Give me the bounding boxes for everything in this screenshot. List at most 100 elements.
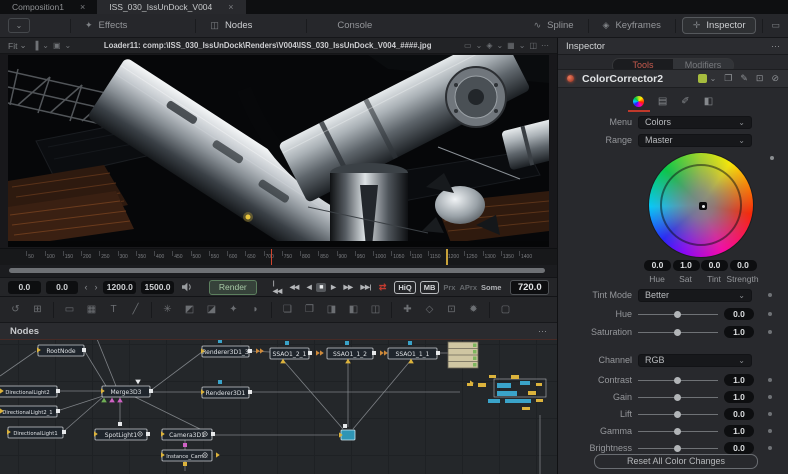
spline-button[interactable]: ∿ Spline <box>520 14 588 37</box>
hiq-toggle[interactable]: HiQ <box>394 281 415 294</box>
group-icon[interactable]: ⊞ <box>27 304 48 315</box>
colorcorrector-icon[interactable]: ✳ <box>157 304 178 315</box>
imageplane-icon[interactable]: ✚ <box>397 304 418 315</box>
huecurves-icon[interactable]: ◪ <box>201 304 222 315</box>
viewer-panel[interactable] <box>0 54 557 248</box>
range-start-field[interactable]: 1200.0 <box>103 281 136 294</box>
merge-icon[interactable]: ❏ <box>277 304 298 315</box>
tint-mode-dropdown[interactable]: Better ⌄ <box>638 289 752 302</box>
slider-thumb[interactable] <box>674 311 681 318</box>
scrollbar-thumb[interactable] <box>9 268 545 273</box>
tile-color-chip[interactable] <box>698 74 707 83</box>
loop-button[interactable]: ⇄ <box>376 281 390 294</box>
timeline-ruler[interactable]: 5010015020025030035040045050055060065070… <box>0 248 557 266</box>
mb-toggle[interactable]: MB <box>420 281 440 294</box>
color-wheel-handle[interactable] <box>699 202 707 210</box>
slider-thumb[interactable] <box>674 329 681 336</box>
graph-node-directionallight1[interactable]: DirectionalLight1 <box>8 427 63 438</box>
hue-slider[interactable] <box>638 308 718 321</box>
frame-field[interactable]: 720.0 <box>510 280 549 295</box>
merge3d-icon[interactable]: ❐ <box>299 304 320 315</box>
copy-icon[interactable]: ❐ <box>724 73 732 84</box>
graph-node-merge3d3[interactable]: Merge3D3 <box>102 386 150 397</box>
tab-brush[interactable]: ✐ <box>681 96 689 107</box>
lock-icon[interactable]: ⊡ <box>756 73 764 84</box>
goto-end-button[interactable]: ▶▶| <box>358 282 374 292</box>
inspector-menu-icon[interactable]: ⋯ <box>771 41 780 52</box>
tab-composition1[interactable]: Composition1 × <box>0 0 97 14</box>
keyframe-dot[interactable] <box>768 395 772 399</box>
graph-node-ssao1-1-2[interactable]: SSAO1_1_2 <box>327 348 373 359</box>
tab-iss-comp[interactable]: ISS_030_IssUnDock_V004 × <box>97 0 245 14</box>
saturation-slider[interactable] <box>638 326 718 339</box>
step-forward-button[interactable]: › <box>93 282 98 292</box>
transform-icon[interactable]: ◨ <box>321 304 342 315</box>
graph-node-directionallight2[interactable]: DirectionalLight2 <box>0 386 57 397</box>
graph-node-camera3d1[interactable]: Camera3D1 <box>162 429 212 440</box>
blur-icon[interactable]: ◗ <box>245 304 266 315</box>
gamma-slider[interactable] <box>638 425 718 438</box>
chevron-down-icon[interactable]: ⌄ <box>519 41 526 50</box>
viewer-menu-icon[interactable]: ⋯ <box>541 41 549 50</box>
tab-options[interactable]: ◧ <box>704 96 713 107</box>
lock-icon[interactable]: ◈ <box>486 41 492 50</box>
saturation-value-field[interactable]: 1.0 <box>724 326 754 338</box>
tint-value-field[interactable]: 0.0 <box>701 260 728 271</box>
graph-node-rootnode[interactable]: RootNode <box>38 345 84 356</box>
pipeline-icon[interactable]: ↺ <box>5 304 26 315</box>
grid-icon[interactable]: ▦ <box>507 41 515 50</box>
time-step-field[interactable]: 0.0 <box>46 281 79 294</box>
lift-value-field[interactable]: 0.0 <box>724 408 754 420</box>
split-view-icon[interactable]: ◫ <box>529 41 537 50</box>
resize-icon[interactable]: ◧ <box>343 304 364 315</box>
channel-select-icon[interactable]: ▐ <box>33 41 39 50</box>
brightcontrast-icon[interactable]: ✦ <box>223 304 244 315</box>
tool-enable-led[interactable] <box>567 75 574 82</box>
keyframe-dot[interactable] <box>768 330 772 334</box>
keyframe-dot[interactable] <box>768 312 772 316</box>
stop-button[interactable]: ■ <box>316 283 326 292</box>
step-back-button[interactable]: ‹ <box>83 282 88 292</box>
graph-node-spotlight1[interactable]: SpotLight1 <box>95 429 147 440</box>
play-reverse-button[interactable]: ◀ <box>304 282 315 292</box>
strength-value-field[interactable]: 0.0 <box>730 260 757 271</box>
menu-dropdown[interactable]: Colors ⌄ <box>638 116 752 129</box>
playhead[interactable] <box>271 249 272 266</box>
close-icon[interactable]: × <box>228 2 233 12</box>
fast-forward-button[interactable]: ▶▶ <box>341 282 356 292</box>
node-graph[interactable]: RootNode DirectionalLight2 DirectionalLigh… <box>0 339 557 474</box>
comp-menu-button[interactable]: ⌄ <box>8 18 30 33</box>
prx-toggle[interactable]: Prx <box>443 283 455 292</box>
render-button[interactable]: Render <box>209 280 257 295</box>
gain-value-field[interactable]: 1.0 <box>724 391 754 403</box>
gain-slider[interactable] <box>638 391 718 404</box>
slider-thumb[interactable] <box>674 428 681 435</box>
fit-dropdown[interactable]: Fit ⌄ <box>8 40 27 51</box>
roi-icon[interactable]: ▭ <box>464 41 472 50</box>
spotlight-icon[interactable]: ✹ <box>463 304 484 315</box>
range-dropdown[interactable]: Master ⌄ <box>638 134 752 147</box>
macro-icon[interactable]: ▢ <box>495 304 516 315</box>
text-icon[interactable]: T <box>103 304 124 315</box>
keyframe-dot[interactable] <box>768 412 772 416</box>
graph-node-ssao1-2-1[interactable]: SSAO1_2_1 <box>270 348 309 359</box>
inspector-button[interactable]: ✛ Inspector <box>682 17 757 34</box>
chevron-down-icon[interactable]: ⌄ <box>65 41 72 50</box>
fastnoise-icon[interactable]: ▦ <box>81 304 102 315</box>
close-icon[interactable]: × <box>80 2 85 12</box>
brightness-slider[interactable] <box>638 442 718 455</box>
chevron-down-icon[interactable]: ⌄ <box>496 41 503 50</box>
current-time-field[interactable]: 0.0 <box>8 281 41 294</box>
graph-node-renderer3d1-3[interactable]: Renderer3D1_3 <box>202 346 249 357</box>
contrast-value-field[interactable]: 1.0 <box>724 374 754 386</box>
slider-thumb[interactable] <box>674 411 681 418</box>
aprx-toggle[interactable]: APrx <box>459 283 477 292</box>
slider-thumb[interactable] <box>674 394 681 401</box>
console-button[interactable]: Console <box>307 14 386 37</box>
gamma-value-field[interactable]: 1.0 <box>724 425 754 437</box>
graph-node-instance-cam-[interactable]: Instance_Cam... <box>162 450 212 461</box>
background-icon[interactable]: ▭ <box>59 304 80 315</box>
crop-icon[interactable]: ◫ <box>365 304 386 315</box>
contrast-slider[interactable] <box>638 374 718 387</box>
pick-icon[interactable]: ✎ <box>740 73 748 84</box>
